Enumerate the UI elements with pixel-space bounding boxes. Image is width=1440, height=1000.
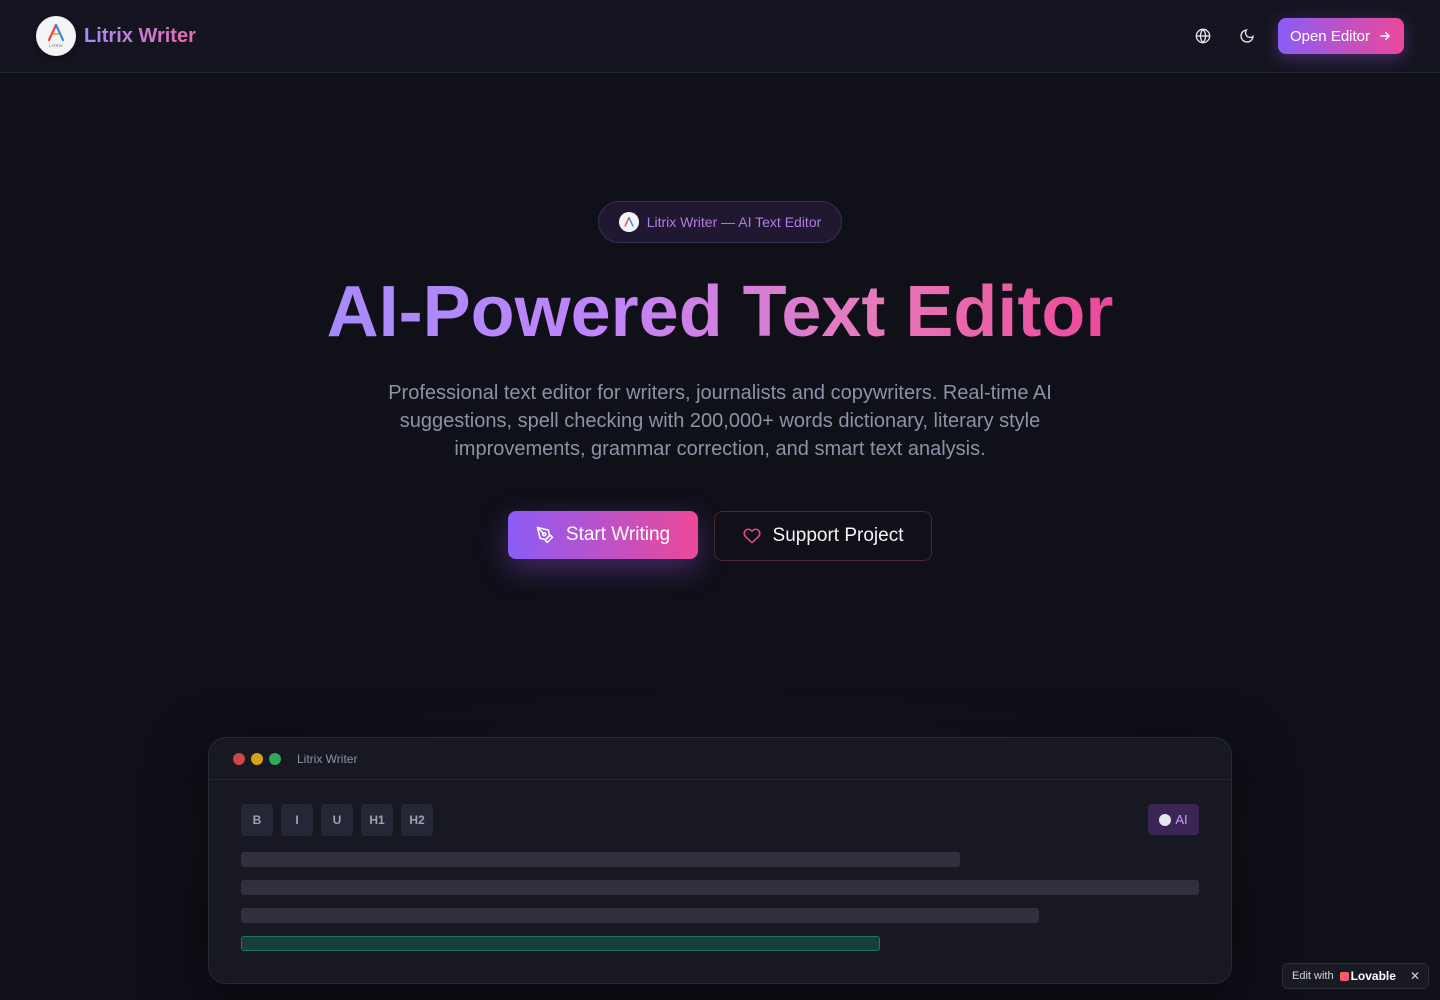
- logo: LITRIX: [36, 16, 76, 56]
- bold-button[interactable]: B: [241, 804, 273, 836]
- hero-title-text: AI-Powered Text Editor: [326, 272, 1114, 352]
- start-writing-label: Start Writing: [565, 524, 671, 545]
- window-close-dot: [233, 752, 245, 765]
- lovable-badge[interactable]: Edit with Lovable ✕: [1282, 963, 1429, 989]
- badge-logo: [618, 212, 639, 232]
- brand-name: Litrix Writer: [84, 24, 196, 47]
- italic-button[interactable]: I: [281, 804, 313, 836]
- ai-button[interactable]: AI: [1148, 804, 1199, 835]
- hero-subtitle: Professional text editor for writers, jo…: [388, 382, 1052, 460]
- preview-window-title: Litrix Writer: [297, 751, 358, 766]
- start-writing-button[interactable]: Start Writing: [508, 511, 698, 559]
- text-placeholder-line: [241, 880, 1199, 895]
- globe-icon: [1195, 28, 1211, 44]
- ai-button-label: AI: [1175, 812, 1188, 827]
- ai-logo-icon: [1159, 813, 1172, 826]
- brand[interactable]: LITRIX Litrix Writer: [36, 16, 196, 56]
- open-editor-label: Open Editor: [1289, 27, 1370, 45]
- heading2-button[interactable]: H2: [401, 804, 433, 836]
- open-editor-button[interactable]: Open Editor: [1277, 18, 1404, 54]
- preview-titlebar: Litrix Writer: [209, 738, 1231, 780]
- ai-suggestion-line: [241, 936, 880, 951]
- heading1-button[interactable]: H1: [361, 804, 393, 836]
- support-project-button[interactable]: Support Project: [714, 511, 932, 561]
- top-navbar: LITRIX Litrix Writer Open Editor: [0, 0, 1440, 73]
- heart-icon: [742, 528, 761, 544]
- logo-caption: LITRIX: [49, 43, 63, 48]
- underline-button[interactable]: U: [321, 804, 353, 836]
- lovable-edit-with: Edit with: [1292, 970, 1334, 982]
- close-icon[interactable]: ✕: [1410, 969, 1420, 983]
- window-maximize-dot: [269, 752, 281, 765]
- text-placeholder-line: [241, 908, 1039, 923]
- logo-mark-icon: [624, 217, 634, 227]
- arrow-right-icon: [1380, 31, 1391, 41]
- support-project-label: Support Project: [772, 525, 904, 546]
- text-placeholder-line: [241, 852, 960, 867]
- hero-badge: Litrix Writer — AI Text Editor: [598, 201, 842, 243]
- theme-toggle-button[interactable]: [1230, 19, 1264, 53]
- lovable-brand-name: Lovable: [1350, 969, 1396, 983]
- hero-title: AI-Powered Text Editor: [0, 268, 1440, 356]
- language-button[interactable]: [1186, 19, 1220, 53]
- lovable-heart-icon: [1339, 971, 1349, 981]
- moon-icon: [1240, 29, 1254, 43]
- hero-badge-text: Litrix Writer — AI Text Editor: [646, 214, 822, 230]
- pen-tool-icon: [536, 526, 554, 544]
- logo-mark-icon: [47, 24, 65, 42]
- preview-toolbar: B I U H1 H2: [241, 804, 433, 836]
- lovable-brand: Lovable: [1339, 969, 1396, 983]
- cta-row: Start Writing Support Project: [0, 511, 1440, 561]
- editor-preview-window: Litrix Writer B I U H1 H2 AI: [208, 737, 1232, 984]
- window-minimize-dot: [251, 752, 263, 765]
